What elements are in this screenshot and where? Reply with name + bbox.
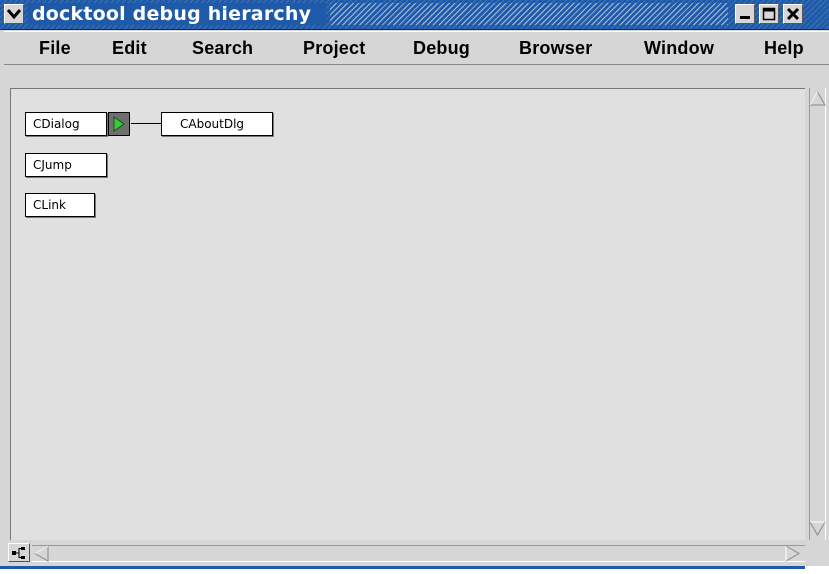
- class-node-label: CJump: [33, 158, 72, 172]
- title-bar-pattern: [330, 3, 728, 25]
- scroll-up-arrow-icon[interactable]: [809, 91, 826, 107]
- scroll-left-arrow-icon[interactable]: [34, 545, 50, 562]
- class-node-label: CAboutDlg: [180, 117, 245, 131]
- class-node-label: CLink: [33, 198, 66, 212]
- menu-edit[interactable]: Edit: [112, 32, 147, 65]
- chevron-down-icon: [7, 9, 21, 20]
- class-node-clink[interactable]: CLink: [25, 193, 95, 217]
- tree-icon: [12, 547, 25, 559]
- menu-help[interactable]: Help: [764, 32, 804, 65]
- menu-browser[interactable]: Browser: [519, 32, 592, 65]
- hierarchy-canvas[interactable]: CDialog CAboutDlg CJump CLink: [10, 88, 805, 540]
- hierarchy-connector: [131, 123, 161, 124]
- close-icon: [786, 7, 800, 21]
- maximize-icon: [762, 7, 776, 21]
- menu-project[interactable]: Project: [303, 32, 365, 65]
- close-button[interactable]: [783, 4, 803, 24]
- window-bottom-border: [0, 566, 805, 569]
- scroll-down-arrow-icon[interactable]: [809, 520, 826, 536]
- window-menu-button[interactable]: [4, 4, 24, 24]
- menu-search[interactable]: Search: [192, 32, 253, 65]
- minimize-button[interactable]: [735, 4, 755, 24]
- scroll-right-arrow-icon[interactable]: [784, 545, 800, 562]
- class-node-label: CDialog: [33, 117, 80, 131]
- window-title: docktool debug hierarchy: [32, 3, 312, 25]
- vertical-scroll-trough[interactable]: [809, 88, 826, 540]
- class-node-cjump[interactable]: CJump: [25, 153, 107, 177]
- title-bar[interactable]: docktool debug hierarchy: [0, 0, 829, 30]
- vertical-scrollbar[interactable]: [805, 88, 829, 540]
- expand-children-button[interactable]: [108, 112, 130, 136]
- play-triangle-icon: [113, 116, 125, 132]
- app-window: docktool debug hierarchy File Edit Searc…: [0, 0, 829, 574]
- minimize-icon: [740, 16, 750, 19]
- class-node-cdialog[interactable]: CDialog: [25, 112, 107, 136]
- horizontal-scroll-trough[interactable]: [32, 545, 805, 562]
- tree-toggle-button[interactable]: [8, 543, 30, 562]
- class-node-caboutdlg[interactable]: CAboutDlg: [161, 112, 273, 136]
- horizontal-scrollbar[interactable]: [32, 542, 805, 564]
- menu-file[interactable]: File: [39, 32, 71, 65]
- maximize-button[interactable]: [759, 4, 779, 24]
- menu-bar: File Edit Search Project Debug Browser W…: [4, 31, 829, 65]
- menu-debug[interactable]: Debug: [413, 32, 470, 65]
- menu-window[interactable]: Window: [644, 32, 714, 65]
